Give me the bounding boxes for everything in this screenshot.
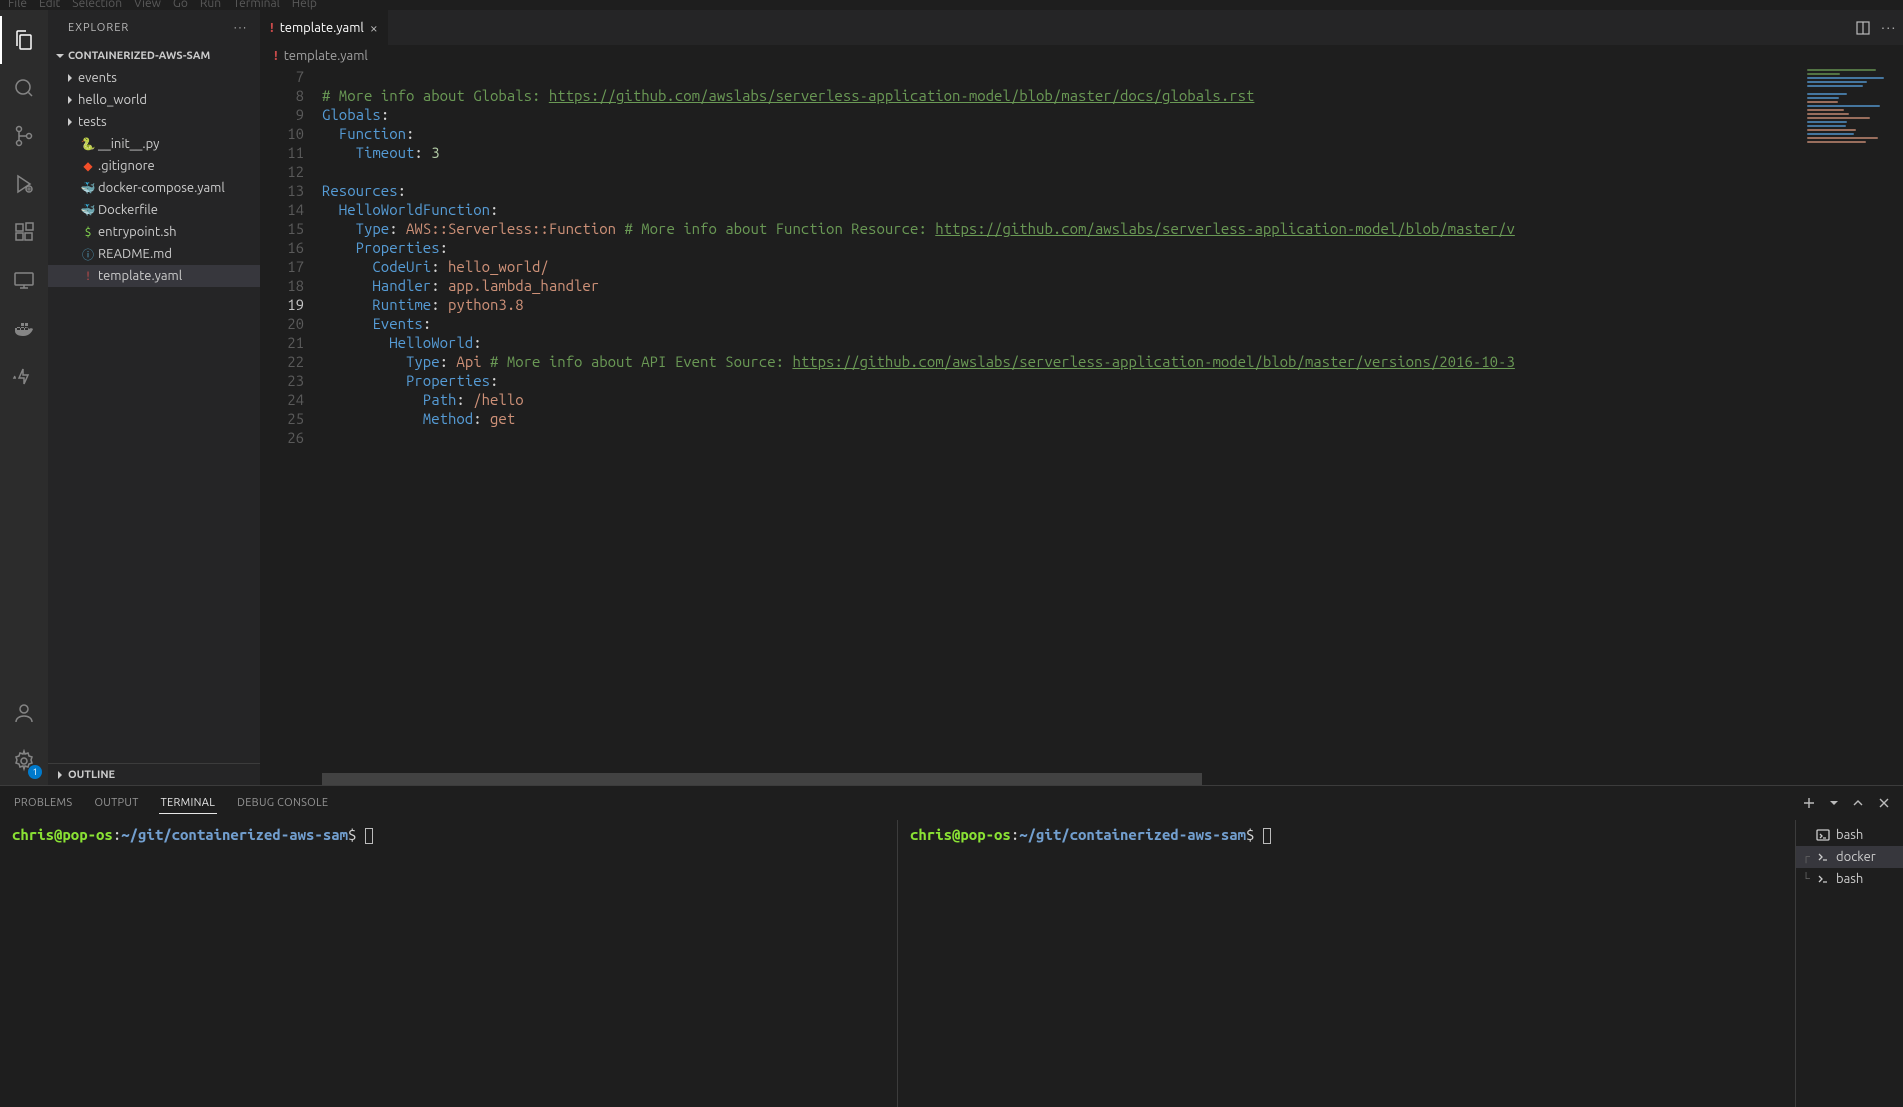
chevron-down-icon (52, 48, 68, 64)
maximize-panel-icon[interactable] (1851, 796, 1865, 810)
tree-label: hello_world (78, 93, 147, 107)
close-tab-icon[interactable]: × (370, 20, 378, 36)
outline-label: OUTLINE (68, 769, 115, 781)
run-activity[interactable] (0, 160, 48, 208)
terminal-name: bash (1836, 828, 1863, 842)
tree-label: template.yaml (98, 269, 182, 283)
file-entrypoint-sh[interactable]: $entrypoint.sh (48, 221, 260, 243)
tree-label: README.md (98, 247, 172, 261)
terminal-list: bash ┌docker└bash (1795, 820, 1903, 1107)
docker-icon: 🐳 (78, 202, 98, 218)
explorer-title: EXPLORER (68, 22, 129, 34)
breadcrumb[interactable]: ! template.yaml (260, 45, 1903, 67)
menu-view[interactable]: View (134, 0, 161, 10)
terminal-entry-bash[interactable]: └bash (1796, 868, 1903, 890)
tree-label: events (78, 71, 117, 85)
tree-label: tests (78, 115, 107, 129)
settings-badge: 1 (28, 765, 42, 779)
code-content[interactable]: # More info about Globals: https://githu… (322, 67, 1515, 785)
tree-label: entrypoint.sh (98, 225, 177, 239)
bottom-panel: PROBLEMS OUTPUT TERMINAL DEBUG CONSOLE c… (0, 785, 1903, 1107)
menu-edit[interactable]: Edit (39, 0, 60, 10)
tab-filename: template.yaml (280, 21, 364, 35)
menu-selection[interactable]: Selection (72, 0, 122, 10)
file-tree: eventshello_worldtests🐍__init__.py◆.giti… (48, 67, 260, 763)
yaml-icon: ! (270, 21, 274, 35)
thunder-activity[interactable] (0, 352, 48, 400)
explorer-more-icon[interactable]: ··· (234, 22, 248, 34)
file---init---py[interactable]: 🐍__init__.py (48, 133, 260, 155)
docker-icon: 🐳 (78, 180, 98, 196)
file-dockerfile[interactable]: 🐳Dockerfile (48, 199, 260, 221)
terminal-entry-docker[interactable]: ┌docker (1796, 846, 1903, 868)
search-activity[interactable] (0, 64, 48, 112)
tab-debug-console[interactable]: DEBUG CONSOLE (235, 793, 330, 813)
remote-activity[interactable] (0, 256, 48, 304)
file-docker-compose-yaml[interactable]: 🐳docker-compose.yaml (48, 177, 260, 199)
accounts-activity[interactable] (0, 689, 48, 737)
menu-go[interactable]: Go (173, 0, 188, 10)
code-editor[interactable]: 7891011121314151617181920212223242526 # … (260, 67, 1903, 785)
menu-terminal[interactable]: Terminal (233, 0, 280, 10)
project-name: CONTAINERIZED-AWS-SAM (68, 50, 210, 62)
tree-label: docker-compose.yaml (98, 181, 225, 195)
close-panel-icon[interactable] (1877, 796, 1891, 810)
folder-hello-world[interactable]: hello_world (48, 89, 260, 111)
terminal-name: bash (1836, 872, 1863, 886)
tree-label: Dockerfile (98, 203, 158, 217)
menubar: File Edit Selection View Go Run Terminal Help (0, 0, 1903, 10)
split-editor-icon[interactable] (1855, 20, 1871, 36)
tree-label: __init__.py (98, 137, 159, 151)
terminal-icon (1816, 850, 1830, 864)
docker-activity[interactable] (0, 304, 48, 352)
explorer-activity[interactable] (0, 16, 48, 64)
py-icon: 🐍 (78, 136, 98, 152)
explorer-sidebar: EXPLORER ··· CONTAINERIZED-AWS-SAM event… (48, 10, 260, 785)
tab-terminal[interactable]: TERMINAL (159, 793, 218, 814)
folder-events[interactable]: events (48, 67, 260, 89)
terminal-pane-1[interactable]: chris@pop-os:~/git/containerized-aws-sam… (0, 820, 898, 1107)
file-readme-md[interactable]: ⓘREADME.md (48, 243, 260, 265)
menu-file[interactable]: File (8, 0, 27, 10)
new-terminal-icon[interactable] (1801, 795, 1817, 811)
file-template-yaml[interactable]: !template.yaml (48, 265, 260, 287)
project-root[interactable]: CONTAINERIZED-AWS-SAM (48, 45, 260, 67)
activity-bar: 1 (0, 10, 48, 785)
terminal-pane-2[interactable]: chris@pop-os:~/git/containerized-aws-sam… (898, 820, 1795, 1107)
extensions-activity[interactable] (0, 208, 48, 256)
breadcrumb-file: template.yaml (284, 49, 368, 63)
minimap[interactable] (1803, 67, 1903, 785)
folder-tests[interactable]: tests (48, 111, 260, 133)
chevron-right-icon (62, 92, 78, 108)
yaml-icon: ! (274, 49, 278, 63)
chevron-right-icon (62, 70, 78, 86)
yaml-icon: ! (78, 268, 98, 284)
chevron-right-icon (52, 767, 68, 783)
sh-icon: $ (78, 224, 98, 240)
tab-output[interactable]: OUTPUT (92, 793, 140, 813)
terminal-name: docker (1836, 850, 1876, 864)
tab-problems[interactable]: PROBLEMS (12, 793, 74, 813)
editor-area: ! template.yaml × ··· ! template.yaml 78… (260, 10, 1903, 785)
menu-help[interactable]: Help (292, 0, 317, 10)
chevron-right-icon (62, 114, 78, 130)
terminal-dropdown-icon[interactable] (1829, 798, 1839, 808)
tree-label: .gitignore (98, 159, 155, 173)
editor-more-icon[interactable]: ··· (1881, 21, 1897, 35)
md-icon: ⓘ (78, 246, 98, 262)
line-gutter: 7891011121314151617181920212223242526 (260, 67, 322, 785)
git-icon: ◆ (78, 158, 98, 174)
horizontal-scrollbar[interactable] (322, 773, 1402, 785)
editor-tab[interactable]: ! template.yaml × (260, 10, 388, 45)
terminal-icon (1816, 828, 1830, 842)
file--gitignore[interactable]: ◆.gitignore (48, 155, 260, 177)
outline-section[interactable]: OUTLINE (48, 763, 260, 785)
terminal-icon (1816, 872, 1830, 886)
menu-run[interactable]: Run (200, 0, 221, 10)
terminal-entry-bash[interactable]: bash (1796, 824, 1903, 846)
settings-activity[interactable]: 1 (0, 737, 48, 785)
scm-activity[interactable] (0, 112, 48, 160)
tab-bar: ! template.yaml × ··· (260, 10, 1903, 45)
